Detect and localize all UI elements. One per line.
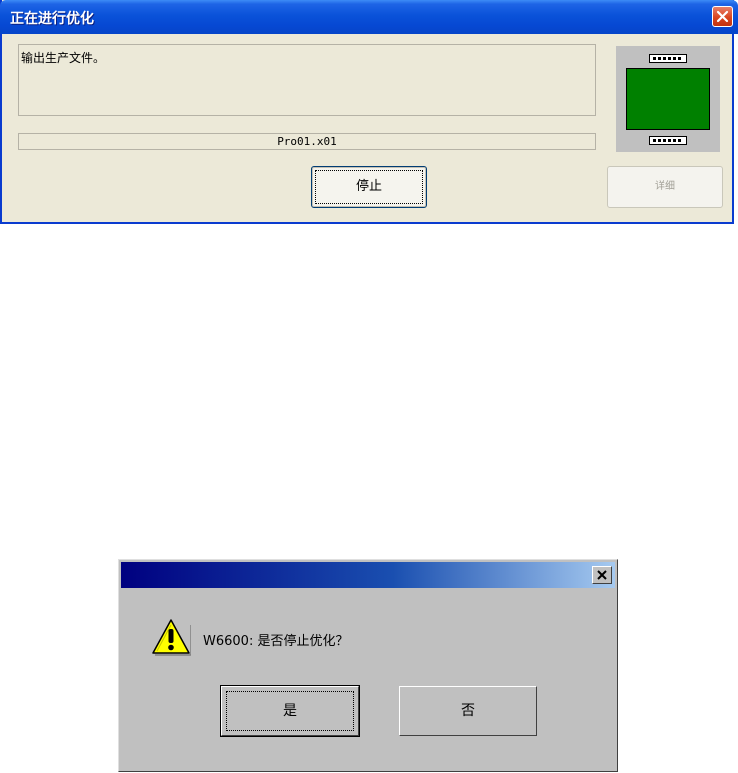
progress-window-title: 正在进行优化 <box>10 11 94 27</box>
confirm-dialog-titlebar[interactable] <box>121 562 615 588</box>
yes-button[interactable]: 是 <box>220 685 360 737</box>
confirm-dialog: W6600: 是否停止优化？ 是 否 <box>118 559 618 772</box>
no-button[interactable]: 否 <box>399 686 537 736</box>
connector-bottom <box>649 136 687 145</box>
connector-top <box>649 54 687 63</box>
progress-window: 正在进行优化 输出生产文件。 Pro01.x01 停止 详细 <box>0 0 738 224</box>
stop-button[interactable]: 停止 <box>311 166 427 208</box>
message-box: 输出生产文件。 <box>18 44 596 116</box>
current-file-bar: Pro01.x01 <box>18 133 596 150</box>
current-file-name: Pro01.x01 <box>277 135 337 148</box>
confirm-message: W6600: 是否停止优化？ <box>203 634 349 649</box>
details-button-label: 详细 <box>655 181 675 192</box>
no-button-label: 否 <box>461 703 475 719</box>
progress-window-titlebar[interactable]: 正在进行优化 <box>0 0 738 34</box>
status-message: 输出生产文件。 <box>21 51 106 65</box>
board-screen <box>626 68 710 130</box>
warning-icon <box>151 618 192 659</box>
circuit-board-icon <box>616 46 720 152</box>
close-button[interactable] <box>712 6 733 27</box>
dialog-close-button[interactable] <box>592 566 612 584</box>
details-button[interactable]: 详细 <box>607 166 723 208</box>
